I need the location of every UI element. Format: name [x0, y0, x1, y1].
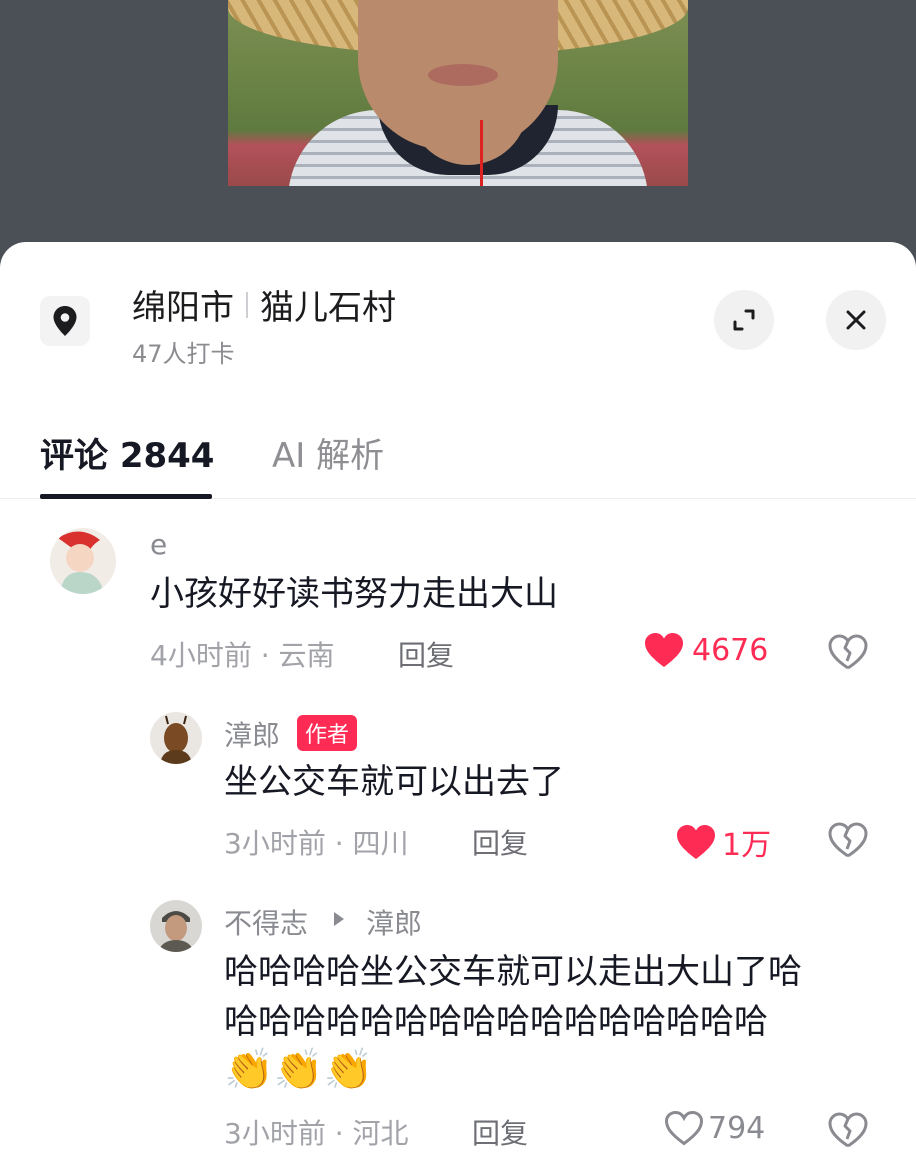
location-title[interactable]: 绵阳市 猫儿石村 — [132, 280, 396, 329]
dislike-button[interactable] — [828, 1112, 868, 1152]
location-divider — [246, 291, 248, 318]
reply-to-username[interactable]: 漳郎 — [366, 902, 422, 942]
person-avatar-icon — [150, 900, 202, 952]
expand-button[interactable] — [714, 290, 774, 350]
heart-filled-icon — [645, 633, 683, 667]
video-thumbnail[interactable] — [228, 0, 688, 186]
checkin-count: 47人打卡 — [132, 340, 235, 368]
figure-avatar-icon — [150, 712, 202, 764]
reply-button[interactable]: 回复 — [472, 822, 528, 862]
avatar[interactable] — [150, 712, 202, 764]
active-tab-indicator — [40, 494, 212, 499]
comment-meta: 3小时前 · 四川 — [224, 827, 409, 860]
like-button[interactable]: 794 — [664, 1110, 765, 1146]
broken-heart-icon — [828, 634, 868, 670]
clapping-hands-emojis: 👏👏👏 — [224, 1047, 374, 1093]
comment-meta: 4小时前 · 云南 — [150, 639, 335, 672]
reply-button[interactable]: 回复 — [472, 1112, 528, 1152]
heart-filled-icon — [677, 825, 715, 859]
reply-arrow-icon — [334, 912, 344, 926]
comment-username[interactable]: e — [150, 528, 167, 561]
heart-outline-icon — [664, 1110, 704, 1146]
expand-icon — [733, 309, 755, 331]
close-button[interactable] — [826, 290, 886, 350]
dislike-button[interactable] — [828, 634, 868, 674]
author-badge: 作者 — [297, 715, 358, 751]
comment-text-line-1: 哈哈哈哈坐公交车就可以走出大山了哈 — [224, 952, 802, 992]
like-count: 1万 — [722, 828, 772, 863]
broken-heart-icon — [828, 1112, 868, 1148]
comment-username[interactable]: 不得志 — [224, 902, 308, 942]
anime-avatar-icon — [50, 528, 116, 594]
tab-comments[interactable]: 评论 2844 — [40, 428, 214, 477]
tab-bar: 评论 2844 AI 解析 — [0, 422, 916, 499]
like-count: 4676 — [692, 632, 769, 668]
clapping-emoji-row: 👏👏👏 — [224, 1046, 373, 1098]
like-button[interactable]: 1万 — [676, 820, 771, 864]
close-icon — [846, 310, 866, 330]
like-count: 794 — [708, 1110, 766, 1146]
mouth — [428, 64, 498, 86]
comment-text: 小孩好好读书努力走出大山 — [150, 574, 558, 614]
comment-sheet: 绵阳市 猫儿石村 47人打卡 评论 2844 AI 解析 e 小孩好好读书努力走… — [0, 242, 916, 1176]
comment-text: 坐公交车就可以出去了 — [224, 762, 564, 802]
location-city: 绵阳市 — [132, 288, 234, 328]
location-village: 猫儿石村 — [260, 288, 396, 328]
comment-meta: 3小时前 · 河北 — [224, 1117, 409, 1150]
hat-cord — [480, 120, 483, 186]
location-pin-button[interactable] — [40, 296, 90, 346]
reply-button[interactable]: 回复 — [398, 634, 454, 674]
location-pin-icon — [53, 306, 77, 336]
comment-username[interactable]: 漳郎 — [224, 714, 280, 754]
like-button[interactable]: 4676 — [644, 632, 768, 668]
tab-ai-analysis[interactable]: AI 解析 — [272, 428, 384, 477]
dislike-button[interactable] — [828, 822, 868, 862]
broken-heart-icon — [828, 822, 868, 858]
comment-text-line-2: 哈哈哈哈哈哈哈哈哈哈哈哈哈哈哈哈 — [224, 1002, 768, 1042]
avatar[interactable] — [50, 528, 116, 594]
avatar[interactable] — [150, 900, 202, 952]
